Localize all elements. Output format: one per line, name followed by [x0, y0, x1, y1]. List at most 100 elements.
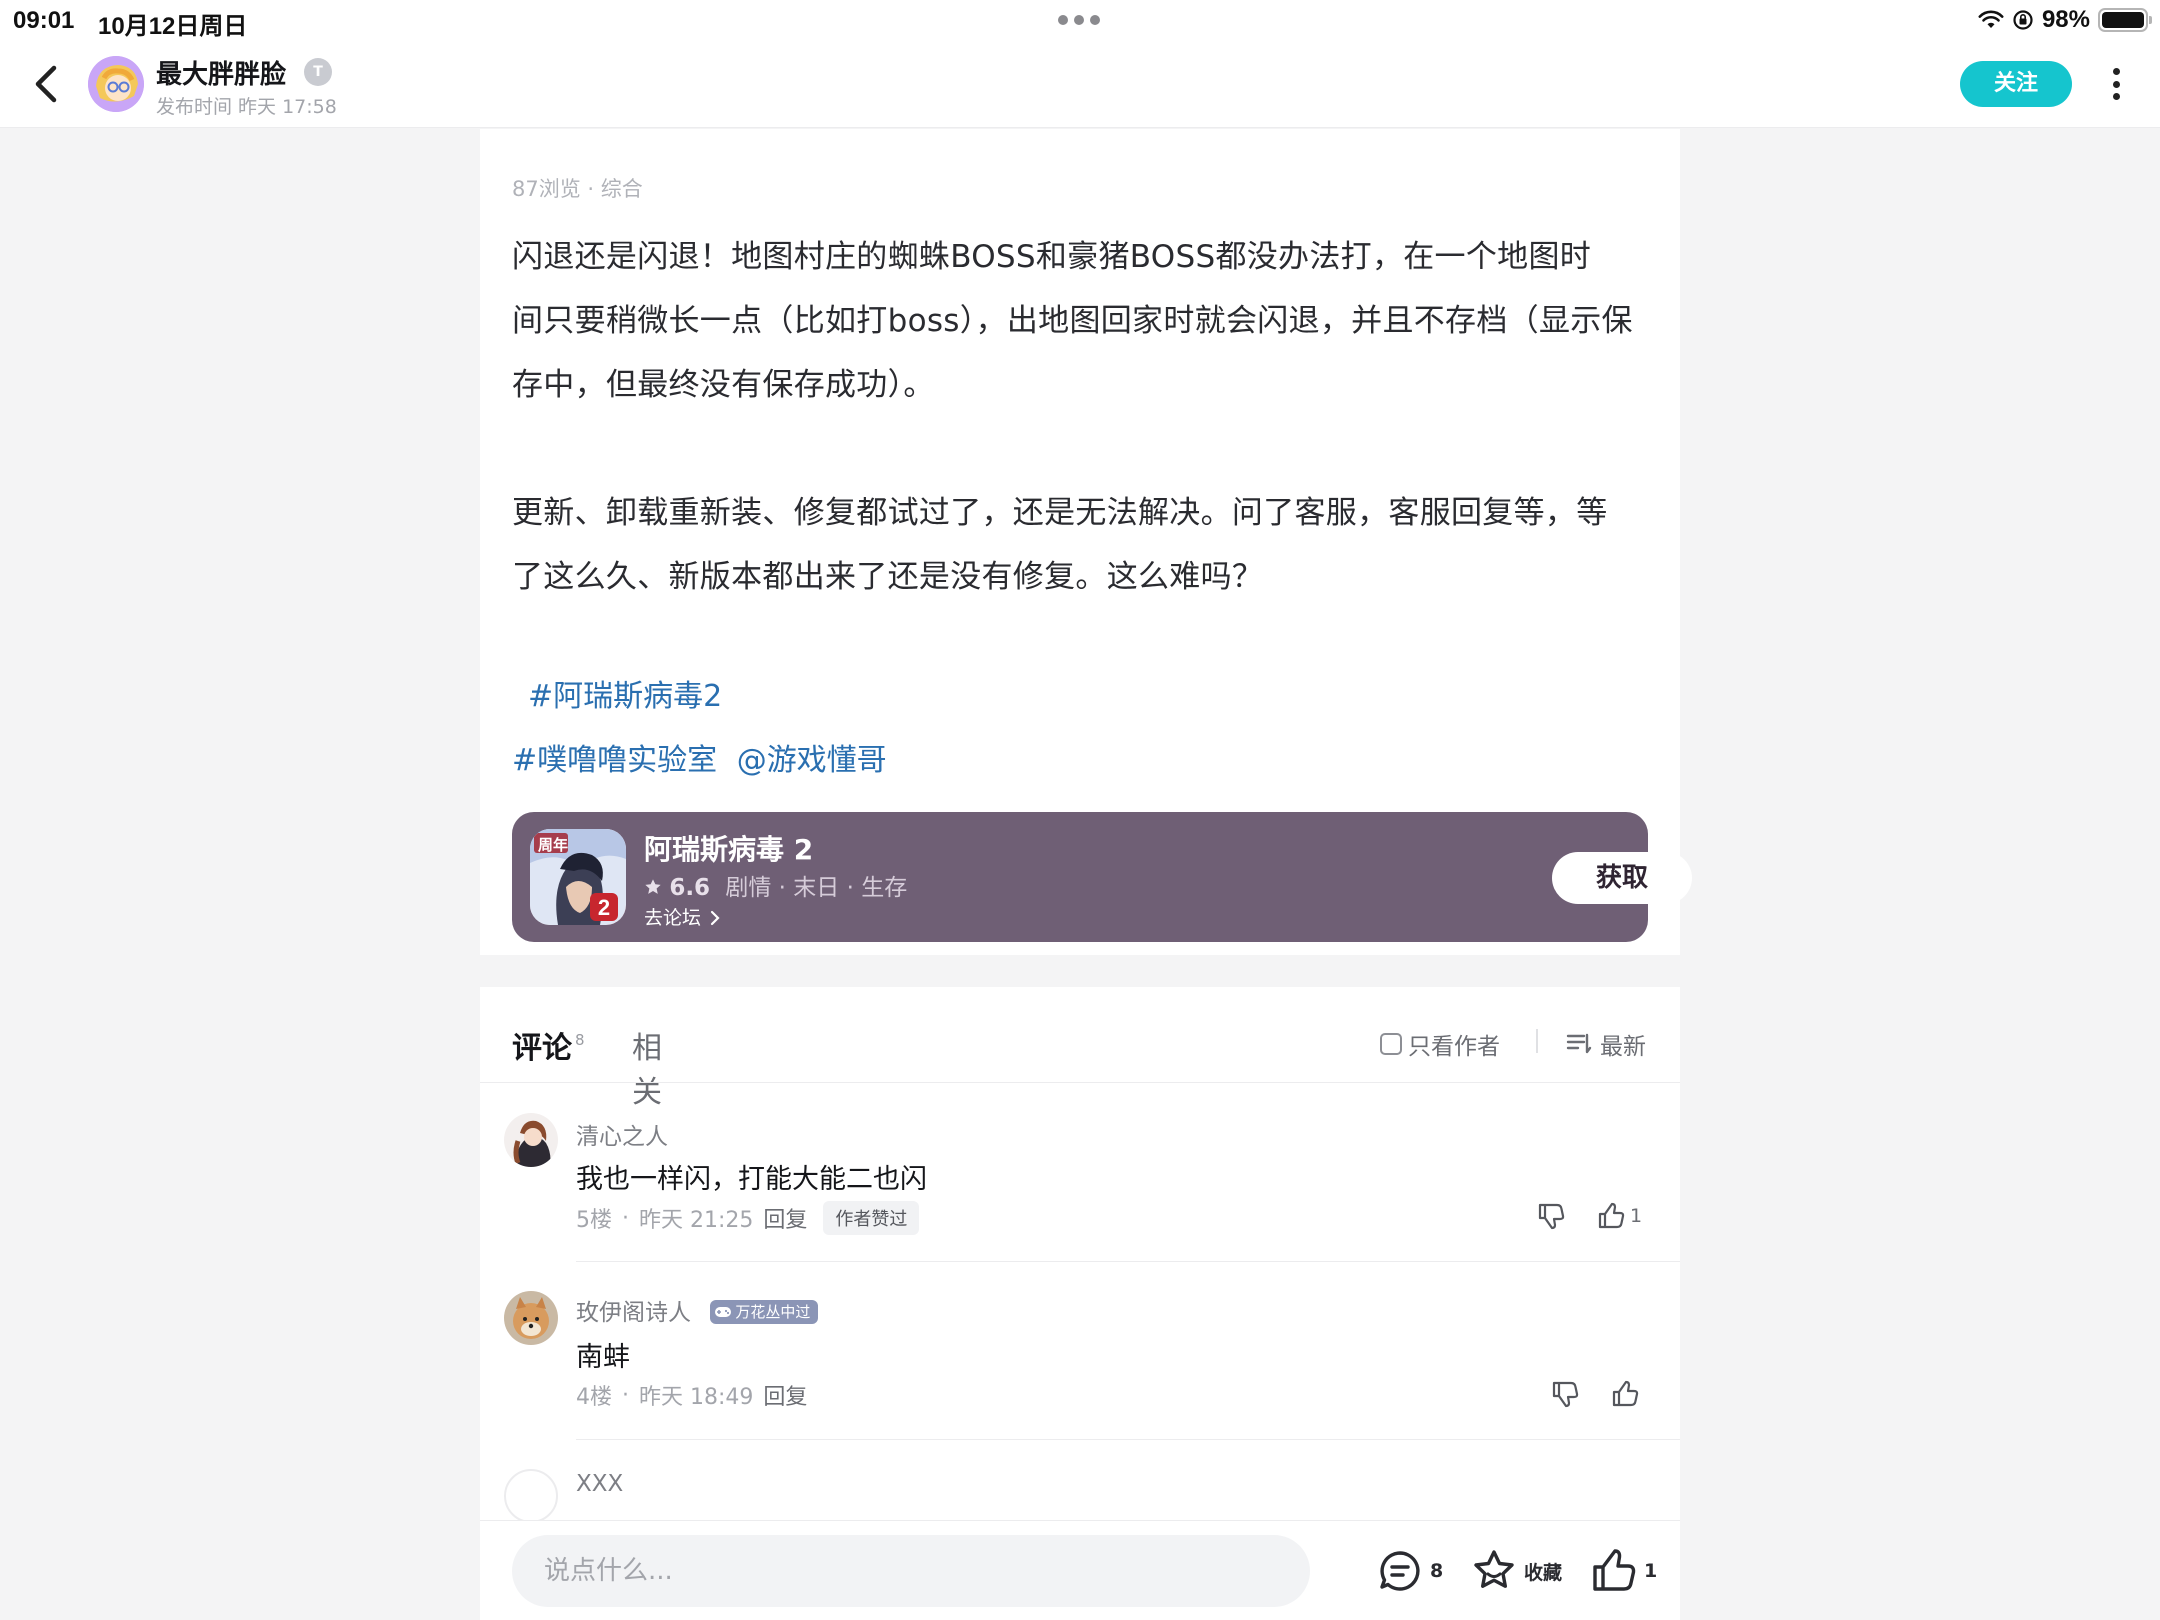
star-icon [645, 879, 661, 894]
divider [1536, 1029, 1538, 1053]
svg-text:2: 2 [598, 895, 610, 920]
thumbs-up-icon [1593, 1549, 1636, 1591]
thumbs-down-icon [1538, 1203, 1565, 1230]
favorite-label: 收藏 [1524, 1561, 1563, 1584]
meta-separator: · [622, 1382, 629, 1408]
mention-link[interactable]: @游戏懂哥 [737, 743, 887, 778]
post-body-line: 存中，但最终没有保存成功）。 [512, 367, 935, 403]
only-author-label: 只看作者 [1408, 1034, 1500, 1060]
back-button[interactable] [28, 60, 68, 108]
like-count: 1 [1630, 1205, 1643, 1227]
battery-icon [2098, 8, 2152, 32]
favorite-button[interactable]: 收藏 [1470, 1543, 1562, 1599]
status-time: 09:01 [13, 7, 75, 34]
thumbs-up-icon [1612, 1380, 1639, 1407]
divider [480, 1082, 1680, 1083]
post-meta: 87浏览 · 综合 [512, 177, 643, 201]
game-rating-row: 6.6 剧情 · 末日 · 生存 [644, 868, 907, 902]
comment-count: 8 [575, 1031, 585, 1049]
meta-separator: · [622, 1205, 629, 1231]
post-time: 发布时间 昨天 17:58 [156, 96, 337, 118]
comments-button[interactable]: 8 [1376, 1543, 1443, 1599]
divider [576, 1439, 1680, 1440]
comment-time: 昨天 18:49 [639, 1385, 754, 1410]
top-nav-bar: 最大胖胖脸 T 发布时间 昨天 17:58 关注 [0, 40, 2160, 128]
post-body: 闪退还是闪退！地图村庄的蜘蛛BOSS和豪猪BOSS都没办法打，在一个地图时 间只… [512, 225, 1652, 609]
multitasking-dots-icon[interactable] [1058, 15, 1100, 25]
comment-actions [1550, 1379, 1640, 1409]
dislike-button[interactable] [1536, 1201, 1566, 1231]
gamepad-icon [715, 1306, 732, 1317]
comment-input[interactable]: 说点什么... [512, 1535, 1310, 1607]
game-genres: 剧情 · 末日 · 生存 [725, 875, 908, 901]
commenter-avatar[interactable] [504, 1113, 558, 1167]
comment-text: 南蚌 [576, 1342, 630, 1373]
like-button[interactable]: 1 [1596, 1201, 1642, 1231]
comment-floor: 5楼 [576, 1208, 612, 1233]
thumbs-up-icon [1598, 1202, 1625, 1229]
follow-button[interactable]: 关注 [1960, 61, 2072, 107]
tab-comments[interactable]: 评论 8 [512, 1023, 585, 1071]
forum-link-label: 去论坛 [644, 907, 702, 929]
commenter-name[interactable]: 玫伊阁诗人 [576, 1300, 691, 1326]
like-post-button[interactable]: 1 [1590, 1543, 1657, 1599]
star-outline-icon [1474, 1550, 1514, 1588]
chevron-right-icon [710, 910, 720, 926]
status-bar: 09:01 10月12日周日 98% [0, 0, 2160, 40]
commenter-name[interactable]: 清心之人 [576, 1117, 668, 1151]
honor-badge-label: 万花丛中过 [735, 1303, 811, 1321]
reply-button[interactable]: 回复 [763, 1379, 807, 1411]
tab-comments-label: 评论 [512, 1031, 572, 1066]
post-body-line: 了这么久、新版本都出来了还是没有修复。这么难吗？ [512, 559, 1264, 595]
commenter-avatar[interactable] [504, 1469, 558, 1523]
battery-percent: 98% [2041, 6, 2090, 33]
sort-label: 最新 [1600, 1034, 1646, 1060]
commenter-avatar[interactable] [504, 1291, 558, 1345]
author-level-badge: T [304, 58, 332, 86]
comment-floor: 4楼 [576, 1385, 612, 1410]
like-count: 1 [1644, 1560, 1658, 1582]
sort-button[interactable]: 最新 [1566, 1027, 1646, 1061]
commenter-name[interactable]: XXX [576, 1471, 623, 1497]
topic-tag[interactable]: #噗噜噜实验室 [512, 743, 717, 778]
comment-actions: 1 [1536, 1201, 1642, 1231]
get-game-button[interactable]: 获取 [1552, 852, 1692, 904]
tag-row: #噗噜噜实验室 @游戏懂哥 [512, 735, 887, 779]
post-body-line: 间只要稍微长一点（比如打boss），出地图回家时就会闪退，并且不存档（显示保 [512, 303, 1633, 339]
checkbox-icon [1380, 1033, 1402, 1055]
orientation-lock-icon [2013, 10, 2033, 30]
comment-count: 8 [1430, 1560, 1444, 1582]
post-body-line: 更新、卸载重新装、修复都试过了，还是无法解决。问了客服，客服回复等，等 [512, 495, 1608, 531]
commenter-name-row: 玫伊阁诗人 万花丛中过 [576, 1293, 819, 1327]
sort-icon [1566, 1033, 1592, 1054]
reply-button[interactable]: 回复 [763, 1202, 807, 1234]
honor-badge: 万花丛中过 [710, 1299, 819, 1324]
only-author-toggle[interactable]: 只看作者 [1380, 1027, 1500, 1061]
wifi-icon [1978, 10, 2004, 28]
post-content: 87浏览 · 综合 闪退还是闪退！地图村庄的蜘蛛BOSS和豪猪BOSS都没办法打… [480, 129, 1692, 955]
like-button[interactable] [1610, 1379, 1640, 1409]
comment-meta: 5楼 · 昨天 21:25 回复 作者赞过 [576, 1201, 920, 1235]
divider [576, 1261, 1680, 1262]
more-options-icon[interactable] [2104, 64, 2128, 104]
author-avatar[interactable] [88, 56, 144, 112]
tab-related[interactable]: 相关 [632, 1023, 662, 1111]
thumbs-down-icon [1552, 1381, 1579, 1408]
comment-meta: 4楼 · 昨天 18:49 回复 [576, 1379, 807, 1411]
author-name[interactable]: 最大胖胖脸 [156, 54, 286, 91]
comment-time: 昨天 21:25 [639, 1208, 754, 1233]
topic-tag[interactable]: #阿瑞斯病毒2 [528, 671, 722, 715]
comment-bubble-icon [1380, 1551, 1420, 1591]
status-indicators: 98% [1978, 6, 2152, 34]
author-liked-badge: 作者赞过 [823, 1201, 920, 1235]
game-card[interactable]: 2 周年 阿瑞斯病毒 2 6.6 剧情 · 末日 · 生存 去论坛 获取 [512, 812, 1692, 942]
game-name: 阿瑞斯病毒 2 [644, 833, 814, 866]
chevron-left-icon [35, 65, 57, 103]
dislike-button[interactable] [1550, 1379, 1580, 1409]
bottom-action-bar: 说点什么... 8 收藏 1 [480, 1520, 1680, 1620]
game-icon-label: 周年 [538, 836, 569, 854]
game-icon: 2 周年 [530, 829, 626, 925]
go-to-forum-link[interactable]: 去论坛 [644, 903, 721, 930]
comment-text: 我也一样闪，打能大能二也闪 [576, 1164, 927, 1195]
post-body-line: 闪退还是闪退！地图村庄的蜘蛛BOSS和豪猪BOSS都没办法打，在一个地图时 [512, 239, 1592, 275]
